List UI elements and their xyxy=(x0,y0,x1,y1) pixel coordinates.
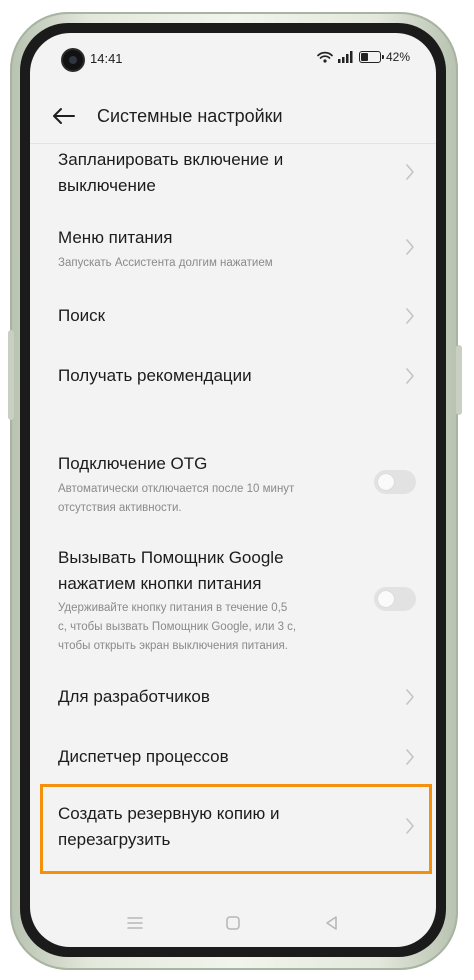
front-camera xyxy=(63,50,83,70)
menu-icon[interactable] xyxy=(123,911,147,935)
settings-item-search[interactable]: Поиск xyxy=(30,303,436,333)
page-title: Системные настройки xyxy=(97,106,283,126)
item-title: Поиск xyxy=(58,306,106,325)
item-subtitle: Удерживайте кнопку питания в течение 0,5… xyxy=(58,602,297,652)
settings-item-scheduled-power[interactable]: Запланировать включение и выключение xyxy=(30,145,436,203)
item-title: Диспетчер процессов xyxy=(58,747,229,766)
phone-side-button-right xyxy=(456,345,462,415)
item-title: Меню питания xyxy=(58,228,173,247)
toggle-knob xyxy=(378,474,394,490)
phone-side-button-left xyxy=(8,330,14,420)
battery-fill xyxy=(360,53,369,61)
battery-icon xyxy=(358,51,384,63)
status-time: 14:41 xyxy=(90,51,123,66)
chevron-right-icon xyxy=(406,308,414,324)
battery-percent: 42% xyxy=(385,50,410,64)
navigation-bar xyxy=(30,899,436,947)
item-title: Подключение OTG xyxy=(58,454,208,473)
item-title: Для разработчиков xyxy=(58,687,210,706)
chevron-right-icon xyxy=(406,164,414,180)
chevron-right-icon xyxy=(406,368,414,384)
back-triangle-icon[interactable] xyxy=(320,911,344,935)
item-title: Вызывать Помощник Google нажатием кнопки… xyxy=(58,548,284,593)
status-bar: 14:41 42% xyxy=(30,33,436,83)
status-icons: 42% xyxy=(317,50,410,64)
settings-item-process-manager[interactable]: Диспетчер процессов xyxy=(30,744,436,774)
chevron-right-icon xyxy=(406,749,414,765)
settings-item-otg: Подключение OTG Автоматически отключаетс… xyxy=(30,451,436,521)
chevron-right-icon xyxy=(406,689,414,705)
item-subtitle: Автоматически отключается после 10 минут… xyxy=(58,483,295,514)
signal-icon xyxy=(337,51,353,63)
app-header: Системные настройки xyxy=(30,91,436,141)
settings-item-power-menu[interactable]: Меню питания Запускать Ассистента долгим… xyxy=(30,225,436,275)
google-assistant-toggle[interactable] xyxy=(374,587,416,611)
arrow-left-icon[interactable] xyxy=(48,101,78,131)
header-divider xyxy=(30,143,436,144)
highlight-box xyxy=(40,784,432,874)
item-title: Запланировать включение и выключение xyxy=(58,150,284,195)
wifi-icon xyxy=(317,51,333,63)
chevron-right-icon xyxy=(406,239,414,255)
home-icon[interactable] xyxy=(221,911,245,935)
toggle-knob xyxy=(378,591,394,607)
item-subtitle: Запускать Ассистента долгим нажатием xyxy=(58,257,273,269)
settings-item-recommendations[interactable]: Получать рекомендации xyxy=(30,363,436,393)
item-title: Получать рекомендации xyxy=(58,366,252,385)
settings-item-developer-options[interactable]: Для разработчиков xyxy=(30,684,436,714)
otg-toggle[interactable] xyxy=(374,470,416,494)
settings-item-google-assistant-power-button: Вызывать Помощник Google нажатием кнопки… xyxy=(30,545,436,655)
